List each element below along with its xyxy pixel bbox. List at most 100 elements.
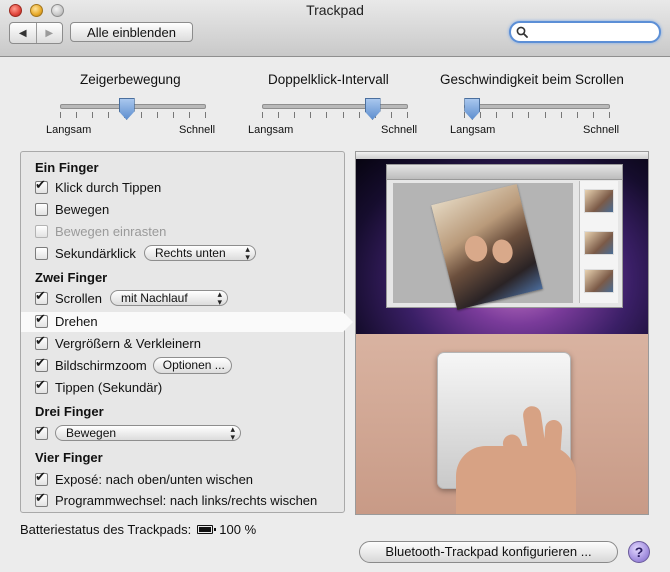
screen-zoom-option[interactable]: Bildschirmzoom Optionen ...	[35, 356, 232, 374]
drag-lock-label: Bewegen einrasten	[55, 223, 167, 239]
slider-tick	[576, 112, 578, 118]
slider-tick	[92, 112, 94, 118]
popup-arrows-icon: ▴ ▾	[230, 424, 235, 442]
slider-tick	[326, 112, 328, 118]
slider-tick	[108, 112, 110, 118]
help-button[interactable]: ?	[628, 541, 650, 563]
scroll-option[interactable]: Scrollen mit Nachlauf ▴▾	[35, 289, 228, 307]
popup-arrows-icon: ▴ ▾	[217, 289, 222, 307]
secondary-click-popup-value: Rechts unten	[154, 246, 226, 260]
secondary-tap-label: Tippen (Sekundär)	[55, 379, 163, 395]
slider-tick	[76, 112, 78, 118]
search-icon	[516, 26, 528, 38]
preview-menubar	[356, 152, 648, 159]
secondary-click-option[interactable]: Sekundärklick Rechts unten ▴ ▾	[35, 244, 256, 262]
tap-to-click-checkbox[interactable]	[35, 178, 48, 194]
rotate-option[interactable]: Drehen	[35, 312, 98, 330]
expose-option[interactable]: Exposé: nach oben/unten wischen	[35, 470, 253, 488]
popup-arrows-icon: ▴ ▾	[245, 244, 250, 262]
secondary-click-label: Sekundärklick	[55, 245, 136, 261]
configure-bluetooth-trackpad-button[interactable]: Bluetooth-Trackpad konfigurieren ...	[359, 541, 618, 563]
slider-tick	[592, 112, 594, 118]
title-toolbar: Trackpad ◀ ▶ Alle einblenden	[0, 0, 670, 57]
double-click-min-label: Langsam	[248, 124, 294, 136]
slider-tick	[407, 112, 408, 118]
pinch-zoom-option[interactable]: Vergrößern & Verkleinern	[35, 334, 201, 352]
pointer-speed-title: Zeigerbewegung	[80, 72, 181, 87]
double-click-max-label: Schnell	[381, 124, 418, 136]
scroll-speed-max-label: Schnell	[583, 124, 620, 136]
slider-tick	[528, 112, 530, 118]
back-arrow-icon: ◀	[18, 27, 27, 39]
double-click-ticks	[262, 112, 408, 118]
drag-lock-option: Bewegen einrasten	[35, 222, 166, 240]
gesture-options-panel: Ein Finger Klick durch Tippen Bewegen Be…	[20, 151, 353, 513]
pointer-speed-max-label: Schnell	[179, 124, 216, 136]
pointer-speed-min-label: Langsam	[46, 124, 92, 136]
section-four-fingers: Vier Finger	[35, 450, 103, 465]
drag-lock-checkbox	[35, 224, 48, 238]
tap-to-click-option[interactable]: Klick durch Tippen	[35, 178, 161, 196]
slider-tick	[560, 112, 562, 118]
slider-tick	[205, 112, 206, 118]
app-switch-option[interactable]: Programmwechsel: nach links/rechts wisch…	[35, 491, 317, 509]
gesture-preview-video	[355, 151, 649, 515]
search-input[interactable]	[531, 24, 655, 40]
forward-arrow-icon: ▶	[45, 27, 54, 39]
slider-tick	[464, 112, 465, 118]
expose-label: Exposé: nach oben/unten wischen	[55, 471, 254, 487]
section-two-fingers: Zwei Finger	[35, 270, 108, 285]
scroll-label: Scrollen	[55, 290, 102, 306]
section-three-fingers: Drei Finger	[35, 404, 104, 419]
secondary-tap-option[interactable]: Tippen (Sekundär)	[35, 378, 162, 396]
back-button[interactable]: ◀	[10, 23, 37, 43]
search-field[interactable]	[509, 21, 661, 43]
screen-zoom-checkbox[interactable]	[35, 356, 48, 372]
battery-status-value: 100 %	[219, 522, 257, 537]
app-switch-checkbox[interactable]	[35, 491, 48, 507]
scroll-speed-min-label: Langsam	[450, 124, 496, 136]
slider-tick	[278, 112, 280, 118]
preview-thumbnail-sidebar	[579, 181, 618, 303]
app-switch-label: Programmwechsel: nach links/rechts wisch…	[55, 492, 318, 508]
scroll-speed-ticks	[464, 112, 610, 118]
preview-screen	[356, 152, 648, 334]
slider-tick	[310, 112, 312, 118]
scroll-speed-title: Geschwindigkeit beim Scrollen	[440, 72, 624, 87]
expose-checkbox[interactable]	[35, 470, 48, 486]
secondary-click-checkbox[interactable]	[35, 246, 48, 260]
rotate-checkbox[interactable]	[35, 312, 48, 328]
slider-tick	[609, 112, 610, 118]
double-click-title: Doppelklick-Intervall	[268, 72, 389, 87]
slider-tick	[140, 112, 142, 118]
three-finger-drag-option[interactable]: Bewegen ▴▾	[35, 424, 241, 442]
slider-tick	[480, 112, 482, 118]
dragging-option[interactable]: Bewegen	[35, 200, 109, 218]
scroll-checkbox[interactable]	[35, 289, 48, 305]
three-finger-popup[interactable]: Bewegen ▴ ▾	[55, 424, 241, 442]
slider-tick	[60, 112, 61, 118]
slider-tick	[358, 112, 360, 118]
preview-app-window	[386, 164, 623, 311]
screen-zoom-options-button[interactable]: Optionen ...	[152, 356, 232, 374]
three-finger-drag-checkbox[interactable]	[35, 424, 48, 440]
slider-tick	[496, 112, 498, 118]
show-all-button[interactable]: Alle einblenden	[70, 22, 193, 42]
pinch-zoom-label: Vergrößern & Verkleinern	[55, 335, 201, 351]
battery-icon	[197, 525, 217, 534]
slider-tick	[262, 112, 263, 118]
scroll-inertia-popup[interactable]: mit Nachlauf ▴ ▾	[109, 289, 228, 307]
slider-tick	[544, 112, 546, 118]
forward-button[interactable]: ▶	[37, 23, 63, 43]
scroll-speed-track[interactable]	[464, 104, 610, 109]
secondary-click-popup[interactable]: Rechts unten ▴ ▾	[143, 244, 256, 262]
preview-app-toolbar	[387, 165, 622, 180]
slider-tick	[342, 112, 344, 118]
pinch-zoom-checkbox[interactable]	[35, 334, 48, 350]
double-click-track[interactable]	[262, 104, 408, 109]
rotate-label: Drehen	[55, 313, 98, 329]
slider-tick	[512, 112, 514, 118]
preview-desk	[356, 334, 648, 514]
dragging-checkbox[interactable]	[35, 202, 48, 216]
secondary-tap-checkbox[interactable]	[35, 378, 48, 394]
